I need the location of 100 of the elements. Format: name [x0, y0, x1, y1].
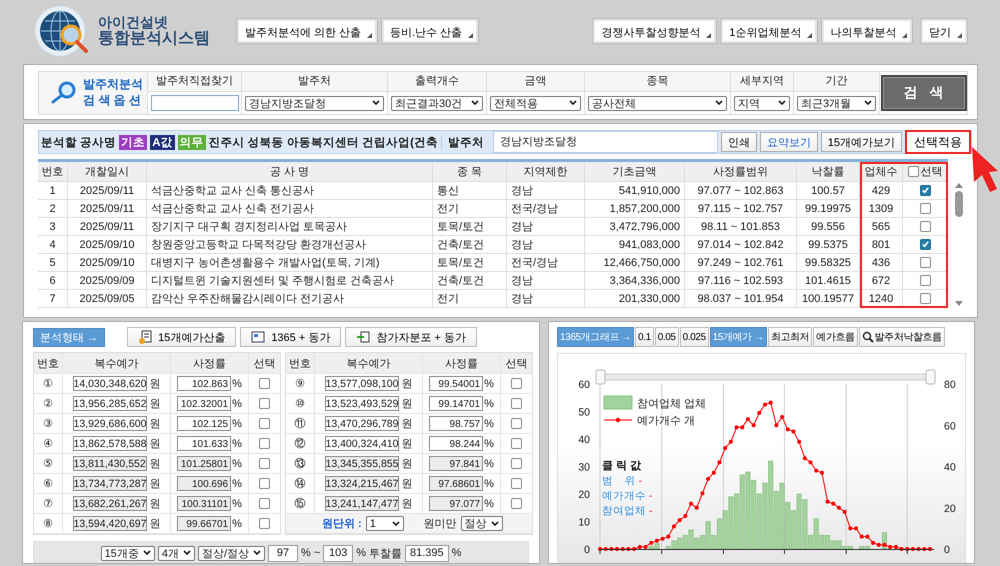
graph-button[interactable]: 0.025	[680, 327, 709, 347]
nav-button[interactable]: 1순위업체분석	[721, 19, 818, 43]
value-field[interactable]: 103	[323, 544, 354, 562]
row-checkbox[interactable]	[511, 378, 522, 389]
dropdown-select[interactable]: 최근결과30건	[391, 96, 483, 110]
rate-field[interactable]: 98.757	[429, 416, 484, 431]
row-number: ⑧	[34, 514, 63, 533]
nav-button[interactable]: 경쟁사투찰성향분석	[593, 19, 716, 43]
table-cell: 429	[860, 182, 903, 199]
point	[774, 423, 778, 428]
search-button[interactable]: 검 색	[880, 75, 966, 111]
unit-label: 원	[150, 477, 160, 491]
row-checkbox[interactable]	[920, 293, 930, 304]
dropdown-select[interactable]: 전체적용	[490, 96, 581, 110]
row-checkbox[interactable]	[511, 438, 522, 449]
graph-button[interactable]: 최고최저	[768, 327, 812, 347]
agency-search-field[interactable]	[150, 95, 238, 111]
row-checkbox[interactable]	[920, 275, 930, 286]
value-field[interactable]: 97	[268, 544, 298, 562]
range-slider[interactable]	[596, 370, 936, 384]
tool-button[interactable]: 1365 + 동가	[240, 327, 342, 347]
row-checkbox[interactable]	[920, 185, 930, 196]
scroll-up-icon[interactable]	[954, 181, 964, 189]
chevron-down-icon	[490, 520, 499, 526]
legend-line-icon	[604, 418, 632, 422]
table-cell: 1309	[860, 200, 903, 217]
close-button[interactable]: 닫기	[921, 19, 967, 43]
rate-field[interactable]: 99.14701	[429, 396, 484, 411]
value-field[interactable]: 81.395	[405, 544, 449, 562]
chevron-down-icon	[471, 100, 479, 106]
agency-field[interactable]: 경남지방조달청	[492, 131, 718, 153]
row-checkbox[interactable]	[259, 418, 270, 429]
row-checkbox[interactable]	[920, 203, 930, 214]
nav-button[interactable]: 등비.난수 산출	[382, 19, 478, 43]
dropdown-select[interactable]: 공사전체	[588, 96, 727, 110]
dropdown-select[interactable]: 4개	[158, 546, 195, 560]
column-header: 지역제한	[507, 162, 585, 181]
toolbar-button[interactable]: 선택적용	[905, 130, 971, 154]
chevron-down-icon	[569, 100, 577, 106]
chevron-down-icon	[778, 100, 786, 106]
dropdown-select[interactable]: 지역	[734, 96, 790, 110]
point	[728, 440, 733, 444]
rate-field[interactable]: 102.125	[177, 416, 232, 431]
point	[860, 534, 864, 539]
point	[638, 544, 642, 549]
row-number: ⑪	[286, 414, 315, 433]
scroll-down-icon[interactable]	[954, 300, 964, 308]
dropdown-select[interactable]: 최근3개월	[797, 96, 876, 110]
table-cell: 6	[38, 272, 68, 289]
row-checkbox[interactable]	[511, 418, 522, 429]
toolbar-button[interactable]: 요약보기	[760, 132, 818, 152]
column-header: 복수예가	[63, 353, 171, 373]
left-axis-tick: 60	[578, 379, 590, 391]
nav-button[interactable]: 발주처분석에 의한 산출	[237, 19, 378, 43]
point	[689, 502, 694, 506]
row-checkbox[interactable]	[259, 438, 270, 449]
column-header: 번호	[34, 353, 63, 373]
row-checkbox[interactable]	[259, 378, 270, 389]
table-cell: 디지털트윈 기술지원센터 및 주행시험로 건축공사	[147, 272, 433, 289]
select-all-checkbox[interactable]	[908, 166, 918, 177]
table-cell: 801	[860, 236, 903, 253]
point	[746, 417, 750, 422]
tool-button[interactable]: 참가자분포 + 동가	[345, 327, 477, 347]
dropdown-select[interactable]: 경남지방조달청	[245, 96, 384, 110]
row-checkbox[interactable]	[920, 257, 930, 268]
row-checkbox[interactable]	[259, 398, 270, 409]
click-info-title: 클 릭 값	[602, 460, 642, 473]
tool-button[interactable]: 15개예가산출	[127, 327, 236, 347]
rate-field[interactable]: 101.633	[177, 436, 232, 451]
table-cell: 201,330,000	[585, 290, 685, 307]
search-icon	[862, 331, 874, 343]
arrow-pointer-icon	[970, 145, 1000, 193]
rate-field[interactable]: 99.54001	[429, 376, 484, 391]
row-checkbox[interactable]	[511, 398, 522, 409]
graph-button[interactable]: 0.05	[654, 327, 679, 347]
dropdown-select[interactable]: 절상/절상	[198, 546, 265, 560]
rate-field[interactable]: 102.863	[177, 376, 232, 391]
column-header: 공 사 명	[147, 162, 433, 181]
rate-field[interactable]: 98.244	[429, 436, 484, 451]
graph-button[interactable]: 예가흐름	[813, 327, 858, 347]
rounding-select[interactable]: 절상	[460, 516, 503, 531]
point	[836, 506, 841, 510]
graph-button[interactable]: 0.1	[635, 327, 654, 347]
row-number: ⑤	[34, 454, 63, 473]
unit-select[interactable]: 1	[366, 516, 404, 531]
row-checkbox[interactable]	[920, 239, 930, 250]
legend-label: 예가개수 개	[637, 415, 696, 427]
row-number: ⑦	[34, 494, 63, 513]
graph-button[interactable]: 발주처낙찰흐름	[858, 327, 945, 347]
dropdown-select[interactable]: 15개중	[100, 546, 155, 560]
scrollbar-thumb[interactable]	[955, 191, 963, 217]
row-checkbox[interactable]	[920, 221, 930, 232]
toolbar-button[interactable]: 인쇄	[720, 132, 757, 152]
row-number: ⑫	[286, 434, 315, 453]
nav-button[interactable]: 나의투찰분석	[822, 19, 912, 43]
toolbar-button[interactable]: 15개예가보기	[820, 132, 902, 152]
left-axis-tick: 10	[578, 516, 590, 528]
unit-label: %	[452, 547, 462, 559]
rate-field[interactable]: 102.32001	[177, 396, 232, 411]
corner-mark-icon	[902, 33, 908, 38]
